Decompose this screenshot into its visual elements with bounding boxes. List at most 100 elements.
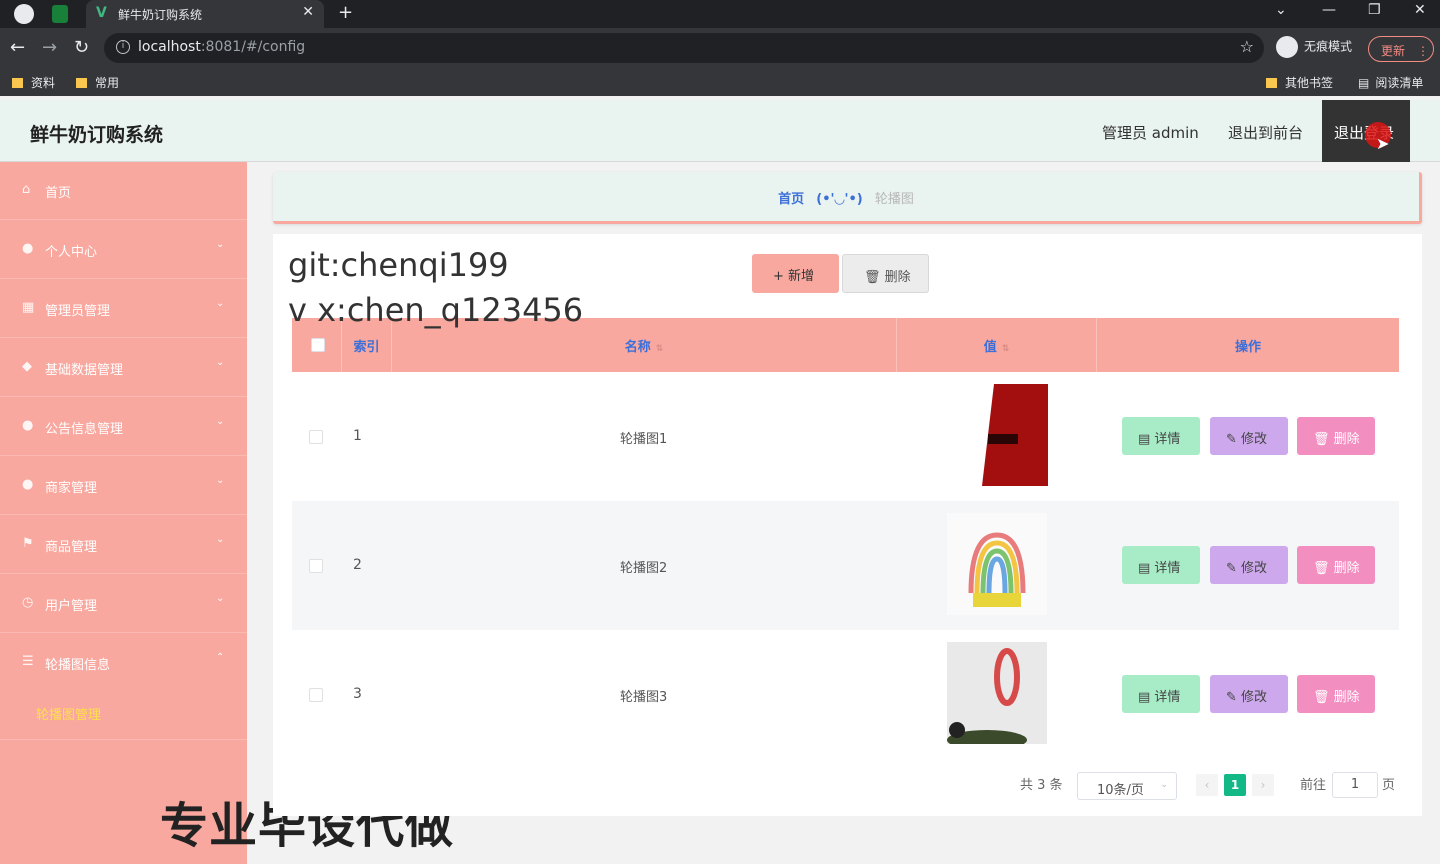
trash-icon: 🗑	[1313, 432, 1334, 447]
goto-page-input[interactable]: 1	[1332, 772, 1378, 798]
reload-icon[interactable]: ↻	[74, 37, 89, 58]
cell-name: 轮播图2	[620, 561, 668, 576]
detail-button[interactable]: ▤ 详情	[1122, 675, 1200, 713]
trash-icon: 🗑	[1313, 690, 1334, 705]
edit-label: 修改	[1241, 561, 1268, 576]
edit-label: 修改	[1241, 690, 1268, 705]
front-link[interactable]: 退出到前台	[1228, 122, 1303, 143]
browser-tab-active[interactable]: V 鲜牛奶订购系统 ✕	[86, 0, 324, 28]
breadcrumb-current: 轮播图	[874, 192, 914, 207]
bookmark-folder-2[interactable]: 常用	[76, 74, 119, 91]
sidebar-item-carousel[interactable]: ☰ 轮播图信息 ⌃	[0, 634, 247, 692]
row-checkbox[interactable]	[309, 559, 323, 573]
page-number-current[interactable]: 1	[1224, 774, 1246, 796]
folder-icon	[12, 78, 23, 88]
row-checkbox[interactable]	[309, 688, 323, 702]
tab-title: 鲜牛奶订购系统	[118, 8, 203, 22]
sidebar-item-home[interactable]: ⌂ 首页	[0, 162, 247, 220]
user-icon: ●	[22, 241, 34, 256]
sidebar-item-profile[interactable]: ● 个人中心 ⌄	[0, 221, 247, 279]
sidebar-item-admins[interactable]: ▦ 管理员管理 ⌄	[0, 280, 247, 338]
pencil-icon: ✎	[1226, 432, 1242, 447]
detail-label: 详情	[1154, 561, 1181, 576]
sidebar-item-notices[interactable]: ● 公告信息管理 ⌄	[0, 398, 247, 456]
chevron-down-icon: ⌄	[1160, 780, 1168, 790]
vue-logo-icon: V	[96, 5, 107, 21]
sidebar-subitem-carousel-manage[interactable]: 轮播图管理	[36, 704, 101, 723]
bookmark-star-icon[interactable]: ☆	[1240, 37, 1254, 56]
detail-label: 详情	[1154, 432, 1181, 447]
chat-icon: ●	[22, 418, 34, 433]
bookmark-other[interactable]: 其他书签	[1266, 74, 1333, 91]
detail-button[interactable]: ▤ 详情	[1122, 546, 1200, 584]
trash-icon: 🗑	[1313, 561, 1334, 576]
bookmark-folder-1[interactable]: 资料	[12, 74, 55, 91]
incognito-indicator[interactable]: 无痕模式	[1276, 36, 1352, 60]
sort-icon[interactable]: ⇅	[1002, 344, 1010, 354]
sort-icon[interactable]: ⇅	[656, 344, 664, 354]
bookmarks-bar: 资料 常用 其他书签 ▤ 阅读清单	[0, 68, 1440, 96]
minimize-icon[interactable]: —	[1322, 2, 1336, 18]
browser-menu-icon[interactable]	[14, 4, 34, 24]
sidebar-item-products[interactable]: ⚑ 商品管理 ⌄	[0, 516, 247, 574]
chevron-up-icon: ⌃	[216, 652, 225, 663]
breadcrumb-home[interactable]: 首页	[778, 192, 804, 207]
th-value[interactable]: 值 ⇅	[897, 318, 1097, 372]
kebab-menu-icon[interactable]: ⋮	[1417, 44, 1429, 58]
prev-page-icon[interactable]: ‹	[1196, 774, 1218, 796]
window-close-icon[interactable]: ✕	[1414, 2, 1426, 18]
remove-label: 删除	[1333, 561, 1360, 576]
tab-close-icon[interactable]: ✕	[302, 4, 314, 20]
update-label: 更新	[1381, 44, 1406, 58]
grid-icon: ▦	[22, 300, 35, 315]
sidebar-item-basic-data[interactable]: ◆ 基础数据管理 ⌄	[0, 339, 247, 397]
forward-icon[interactable]: →	[42, 37, 57, 58]
add-button[interactable]: + 新增	[752, 254, 839, 293]
sidebar-item-label: 商品管理	[45, 540, 98, 555]
reading-list[interactable]: ▤ 阅读清单	[1358, 74, 1423, 91]
trash-icon: 🗑	[864, 270, 885, 285]
sidebar-item-merchants[interactable]: ● 商家管理 ⌄	[0, 457, 247, 515]
chevron-down-icon: ⌄	[216, 298, 225, 309]
detail-button[interactable]: ▤ 详情	[1122, 417, 1200, 455]
edit-button[interactable]: ✎ 修改	[1210, 675, 1288, 713]
carousel-thumbnail[interactable]	[947, 642, 1047, 750]
sidebar-item-label: 商家管理	[45, 481, 98, 496]
back-icon[interactable]: ←	[10, 37, 25, 58]
site-info-icon[interactable]: i	[116, 40, 130, 54]
remove-label: 删除	[1333, 690, 1360, 705]
next-page-icon[interactable]: ›	[1252, 774, 1274, 796]
goto-label: 前往	[1300, 778, 1327, 793]
batch-delete-button[interactable]: 🗑 删除	[842, 254, 929, 293]
folder-icon	[76, 78, 87, 88]
sheets-tab-icon[interactable]	[52, 5, 68, 23]
edit-button[interactable]: ✎ 修改	[1210, 546, 1288, 584]
carousel-thumbnail[interactable]	[982, 384, 1048, 486]
list-icon: ☰	[22, 654, 34, 669]
browser-update-button[interactable]: 更新 ⋮	[1368, 36, 1434, 62]
row-checkbox[interactable]	[309, 430, 323, 444]
pagination-total: 共 3 条	[1020, 778, 1063, 793]
new-tab-icon[interactable]: +	[338, 2, 353, 23]
url-bar[interactable]: i localhost:8081/#/config ☆	[104, 33, 1264, 63]
tab-search-icon[interactable]: ⌄	[1275, 2, 1287, 18]
edit-button[interactable]: ✎ 修改	[1210, 417, 1288, 455]
carousel-thumbnail[interactable]	[947, 513, 1047, 615]
restore-icon[interactable]: ❐	[1368, 2, 1381, 18]
table-row: 3 轮播图3 ▤ 详情 ✎ 修改 🗑 删除	[292, 630, 1399, 759]
sidebar-divider	[0, 739, 247, 740]
select-all-checkbox[interactable]	[311, 338, 325, 352]
overlay-text-line2: v x:chen_q123456	[288, 291, 584, 329]
admin-label: 管理员 admin	[1102, 124, 1199, 142]
incognito-label: 无痕模式	[1304, 39, 1353, 54]
edit-label: 修改	[1241, 432, 1268, 447]
tag-icon: ◆	[22, 359, 32, 374]
page-size-select[interactable]: 10条/页 ⌄	[1077, 772, 1177, 800]
delete-button[interactable]: 🗑 删除	[1297, 675, 1375, 713]
sidebar-item-users[interactable]: ◷ 用户管理 ⌄	[0, 575, 247, 633]
app-header: 鲜牛奶订购系统 管理员 admin 退出到前台 退出登录	[0, 100, 1440, 162]
th-ops: 操作	[1234, 340, 1261, 355]
delete-button[interactable]: 🗑 删除	[1297, 417, 1375, 455]
delete-button[interactable]: 🗑 删除	[1297, 546, 1375, 584]
table-row: 2 轮播图2 ▤ 详情 ✎ 修改 🗑 删除	[292, 501, 1399, 630]
